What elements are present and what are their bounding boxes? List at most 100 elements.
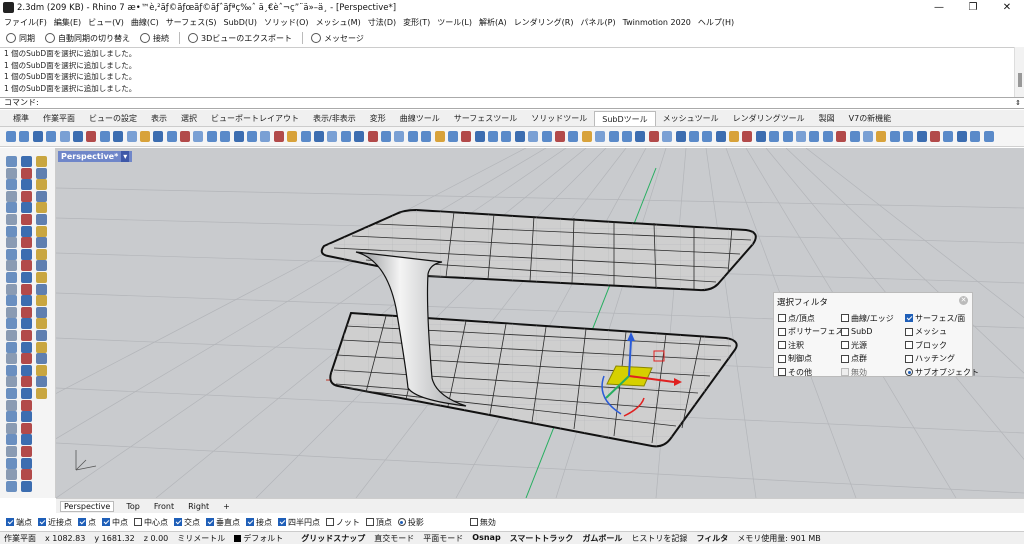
tool-icon[interactable] xyxy=(916,131,927,142)
checkbox-icon[interactable] xyxy=(841,314,849,323)
tool-icon[interactable] xyxy=(796,131,807,142)
filter-option[interactable]: その他 xyxy=(778,366,841,379)
toolbar-tab[interactable]: ビューの設定 xyxy=(82,111,144,126)
osnap-toggle[interactable]: 四半円点 xyxy=(278,517,320,528)
tool-icon[interactable] xyxy=(421,131,432,142)
tool-icon[interactable] xyxy=(729,131,740,142)
status-toggle[interactable]: Osnap xyxy=(472,533,500,544)
tool-icon[interactable] xyxy=(153,131,164,142)
osnap-toggle[interactable]: 垂直点 xyxy=(206,517,240,528)
minimize-icon[interactable]: — xyxy=(922,0,956,15)
sidebar-tool-icon[interactable] xyxy=(36,388,47,399)
toolbar-tab[interactable]: メッシュツール xyxy=(656,111,726,126)
sidebar-tool-icon[interactable] xyxy=(36,330,47,341)
sidebar-tool-icon[interactable] xyxy=(36,202,47,214)
sidebar-tool-icon[interactable] xyxy=(21,318,32,330)
tool-icon[interactable] xyxy=(956,131,967,142)
menu-item[interactable]: 解析(A) xyxy=(479,17,507,28)
tool-icon[interactable] xyxy=(822,131,833,142)
status-toggle[interactable]: スマートトラック xyxy=(510,533,574,544)
toolbar-tab[interactable]: 製図 xyxy=(812,111,842,126)
tool-icon[interactable] xyxy=(447,131,458,142)
sidebar-tool-icon[interactable] xyxy=(6,446,17,457)
units-label[interactable]: ミリメートル xyxy=(177,533,225,544)
tool-icon[interactable] xyxy=(863,131,873,142)
sidebar-tool-icon[interactable] xyxy=(36,283,47,295)
toolbar-tab[interactable]: ソリッドツール xyxy=(524,111,594,126)
checkbox-icon[interactable] xyxy=(469,518,478,526)
tool-icon[interactable] xyxy=(501,131,512,142)
sidebar-tool-icon[interactable] xyxy=(6,214,17,225)
sidebar-tool-icon[interactable] xyxy=(36,376,47,388)
checkbox-icon[interactable] xyxy=(905,327,913,336)
sidebar-tool-icon[interactable] xyxy=(21,457,32,469)
command-scroll-icon[interactable]: ⇕ xyxy=(1015,98,1021,108)
filter-option[interactable]: SubD xyxy=(841,326,905,339)
sidebar-tool-icon[interactable] xyxy=(6,469,17,481)
tool-icon[interactable] xyxy=(327,131,338,142)
checkbox-icon[interactable] xyxy=(778,354,786,363)
tool-icon[interactable] xyxy=(528,131,539,142)
checkbox-icon[interactable] xyxy=(778,314,786,323)
sidebar-tool-icon[interactable] xyxy=(21,376,32,388)
sidebar-tool-icon[interactable] xyxy=(21,388,32,399)
message-button[interactable]: メッセージ xyxy=(311,33,364,44)
sidebar-tool-icon[interactable] xyxy=(6,422,17,434)
sidebar-tool-icon[interactable] xyxy=(6,318,17,330)
tool-icon[interactable] xyxy=(782,131,793,142)
sidebar-tool-icon[interactable] xyxy=(36,306,47,318)
sidebar-tool-icon[interactable] xyxy=(36,295,47,307)
toolbar-tab[interactable]: 標準 xyxy=(6,111,36,126)
sidebar-tool-icon[interactable] xyxy=(6,283,17,295)
tool-icon[interactable] xyxy=(461,131,472,142)
sidebar-tool-icon[interactable] xyxy=(36,260,47,272)
toolbar-tab[interactable]: SubDツール xyxy=(594,111,656,126)
sidebar-tool-icon[interactable] xyxy=(21,202,32,214)
menu-item[interactable]: Twinmotion 2020 xyxy=(623,18,691,27)
sidebar-tool-icon[interactable] xyxy=(36,225,47,237)
tool-icon[interactable] xyxy=(180,131,191,142)
sidebar-tool-icon[interactable] xyxy=(21,248,32,260)
osnap-toggle[interactable]: 端点 xyxy=(6,517,32,528)
tool-icon[interactable] xyxy=(247,131,258,142)
cplane-label[interactable]: 作業平面 xyxy=(4,533,36,544)
tool-icon[interactable] xyxy=(354,131,365,142)
sidebar-tool-icon[interactable] xyxy=(21,156,32,167)
tool-icon[interactable] xyxy=(6,131,16,142)
filter-option[interactable]: ブロック xyxy=(905,339,975,352)
sidebar-tool-icon[interactable] xyxy=(6,202,17,214)
menu-item[interactable]: 編集(E) xyxy=(54,17,81,28)
viewport-label[interactable]: Perspective* ▾ xyxy=(58,151,133,162)
toolbar-tab[interactable]: 選択 xyxy=(174,111,204,126)
checkbox-icon[interactable] xyxy=(841,327,849,336)
menu-item[interactable]: サーフェス(S) xyxy=(166,17,217,28)
sidebar-tool-icon[interactable] xyxy=(6,156,17,167)
toolbar-tab[interactable]: 表示 xyxy=(144,111,174,126)
tool-icon[interactable] xyxy=(849,131,860,142)
osnap-toggle[interactable]: 投影 xyxy=(397,517,424,528)
osnap-toggle[interactable]: ノット xyxy=(326,517,360,528)
export-3d-button[interactable]: 3Dビューのエクスポート xyxy=(188,33,292,44)
command-history-scrollbar[interactable] xyxy=(1014,47,1024,97)
tool-icon[interactable] xyxy=(72,131,83,142)
sidebar-tool-icon[interactable] xyxy=(21,237,32,249)
tool-icon[interactable] xyxy=(675,131,686,142)
tool-icon[interactable] xyxy=(166,131,177,142)
sidebar-tool-icon[interactable] xyxy=(21,353,32,365)
toolbar-tab[interactable]: 曲線ツール xyxy=(393,111,447,126)
sidebar-tool-icon[interactable] xyxy=(36,190,47,202)
checkbox-icon[interactable] xyxy=(841,368,849,377)
sidebar-tool-icon[interactable] xyxy=(21,469,32,481)
tool-icon[interactable] xyxy=(903,131,914,142)
tool-icon[interactable] xyxy=(260,131,271,142)
checkbox-icon[interactable] xyxy=(246,518,254,526)
toolbar-tab[interactable]: 表示/非表示 xyxy=(306,111,363,126)
tool-icon[interactable] xyxy=(300,131,311,142)
tool-icon[interactable] xyxy=(233,131,244,142)
sidebar-tool-icon[interactable] xyxy=(36,318,47,330)
sidebar-tool-icon[interactable] xyxy=(6,225,17,237)
sidebar-tool-icon[interactable] xyxy=(6,272,17,283)
tool-icon[interactable] xyxy=(688,131,699,142)
sidebar-tool-icon[interactable] xyxy=(21,330,32,341)
sidebar-tool-icon[interactable] xyxy=(6,260,17,272)
